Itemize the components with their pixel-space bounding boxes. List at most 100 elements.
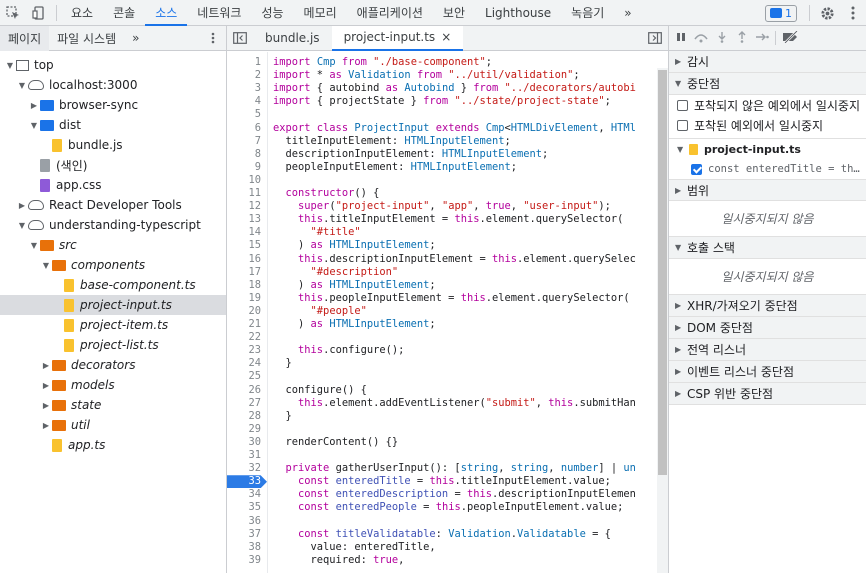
section-xhr-breakpoints[interactable]: ▶ XHR/가져오기 중단점 [669,295,866,317]
line-number[interactable]: 15 [227,239,267,252]
expanded-arrow-icon[interactable]: ▼ [40,261,52,270]
settings-gear-icon[interactable] [814,0,840,26]
step-icon[interactable] [755,31,769,46]
line-number[interactable]: 12 [227,200,267,213]
line-number[interactable]: 18 [227,279,267,292]
tab-3[interactable]: 네트워크 [187,0,251,26]
tab-5[interactable]: 메모리 [294,0,347,26]
line-number[interactable]: 31 [227,449,267,462]
line-number[interactable]: 3 [227,82,267,95]
step-over-icon[interactable] [693,31,709,46]
section-csp-breakpoints[interactable]: ▶ CSP 위반 중단점 [669,383,866,405]
line-number[interactable]: 26 [227,384,267,397]
collapsed-arrow-icon[interactable]: ▶ [40,361,52,370]
editor-scrollbar-thumb[interactable] [658,70,667,475]
tree-item[interactable]: ▶ React Developer Tools [0,195,226,215]
tab-7[interactable]: 보안 [433,0,475,26]
tree-item[interactable]: ▶ models [0,375,226,395]
section-watch[interactable]: ▶ 감시 [669,51,866,73]
line-number[interactable]: 28 [227,410,267,423]
line-number[interactable]: 16 [227,253,267,266]
line-number[interactable]: 39 [227,554,267,567]
line-number[interactable]: 27 [227,397,267,410]
code-area[interactable]: 1 import Cmp from "./base-component"; 2 imp… [227,52,655,573]
pause-uncaught-checkbox[interactable] [677,99,688,111]
tab-1[interactable]: 콘솔 [103,0,145,26]
tree-item[interactable]: ▶ state [0,395,226,415]
collapsed-arrow-icon[interactable]: ▶ [40,421,52,430]
tree-item[interactable]: ▼ localhost:3000 [0,75,226,95]
pause-caught-checkbox[interactable] [677,119,688,131]
line-number[interactable]: 35 [227,501,267,514]
more-tabs-button[interactable]: » [614,0,641,26]
section-global-listeners[interactable]: ▶ 전역 리스너 [669,339,866,361]
navigator-more-button[interactable]: » [124,26,147,51]
toggle-debugger-icon[interactable] [642,25,668,51]
tree-item[interactable]: project-item.ts [0,315,226,335]
line-number[interactable]: 22 [227,331,267,344]
expanded-arrow-icon[interactable]: ▼ [16,221,28,230]
step-into-icon[interactable] [715,31,729,46]
tab-0[interactable]: 요소 [61,0,103,26]
tree-item[interactable]: ▼ understanding-typescript [0,215,226,235]
editor-tab-bundle-js[interactable]: bundle.js [253,26,332,51]
line-number[interactable]: 14 [227,226,267,239]
navigator-menu-icon[interactable] [200,25,226,51]
device-toolbar-icon[interactable] [26,0,52,26]
tree-item[interactable]: ▶ decorators [0,355,226,375]
section-scope[interactable]: ▶ 범위 [669,179,866,201]
line-number[interactable]: 10 [227,174,267,187]
line-number[interactable]: 37 [227,528,267,541]
line-number[interactable]: 21 [227,318,267,331]
line-number[interactable]: 29 [227,423,267,436]
issues-badge[interactable]: 1 [765,4,797,22]
deactivate-breakpoints-icon[interactable] [782,29,800,46]
step-out-icon[interactable] [735,30,749,46]
tree-item[interactable]: ▼ components [0,255,226,275]
tab-8[interactable]: Lighthouse [475,0,561,26]
inspect-element-icon[interactable] [0,0,26,26]
breakpoint-file-group[interactable]: ▼ project-input.ts [669,139,866,159]
tab-page[interactable]: 페이지 [0,25,50,51]
line-number[interactable]: 25 [227,370,267,383]
breakpoint-marker[interactable]: 33 [227,475,267,489]
line-number[interactable]: 38 [227,541,267,554]
tab-filesystem[interactable]: 파일 시스템 [49,26,124,51]
line-number[interactable]: 1 [227,56,267,69]
tree-item[interactable]: ▼ src [0,235,226,255]
line-number[interactable]: 7 [227,135,267,148]
tree-item[interactable]: ▶ util [0,415,226,435]
line-number[interactable]: 5 [227,108,267,121]
tree-item[interactable]: base-component.ts [0,275,226,295]
expanded-arrow-icon[interactable]: ▼ [28,121,40,130]
section-breakpoints[interactable]: ▼ 중단점 [669,73,866,95]
tree-item[interactable]: ▼ top [0,55,226,75]
line-number[interactable]: 30 [227,436,267,449]
section-event-listener-breakpoints[interactable]: ▶ 이벤트 리스너 중단점 [669,361,866,383]
collapsed-arrow-icon[interactable]: ▶ [40,401,52,410]
tree-item[interactable]: app.ts [0,435,226,455]
toggle-navigator-icon[interactable] [227,25,253,51]
section-callstack[interactable]: ▼ 호출 스택 [669,237,866,259]
section-dom-breakpoints[interactable]: ▶ DOM 중단점 [669,317,866,339]
line-number[interactable]: 13 [227,213,267,226]
collapsed-arrow-icon[interactable]: ▶ [16,201,28,210]
pause-uncaught-option[interactable]: 포착되지 않은 예외에서 일시중지 [669,95,866,115]
line-number[interactable]: 17 [227,266,267,279]
editor-tab-project-input-ts[interactable]: project-input.ts × [331,25,464,51]
more-options-icon[interactable] [840,0,866,26]
breakpoint-entry[interactable]: const enteredTitle = th… [669,159,866,179]
line-number[interactable]: 20 [227,305,267,318]
expanded-arrow-icon[interactable]: ▼ [4,61,16,70]
pause-caught-option[interactable]: 포착된 예외에서 일시중지 [669,115,866,135]
line-number[interactable]: 32 [227,462,267,475]
line-number[interactable]: 6 [227,122,267,135]
line-number[interactable]: 36 [227,515,267,528]
close-tab-icon[interactable]: × [441,30,451,44]
tree-item[interactable]: (색인) [0,155,226,175]
tree-item[interactable]: bundle.js [0,135,226,155]
pause-icon[interactable] [675,31,687,46]
breakpoint-enabled-checkbox[interactable] [691,163,702,175]
tree-item[interactable]: ▼ dist [0,115,226,135]
line-number[interactable]: 11 [227,187,267,200]
